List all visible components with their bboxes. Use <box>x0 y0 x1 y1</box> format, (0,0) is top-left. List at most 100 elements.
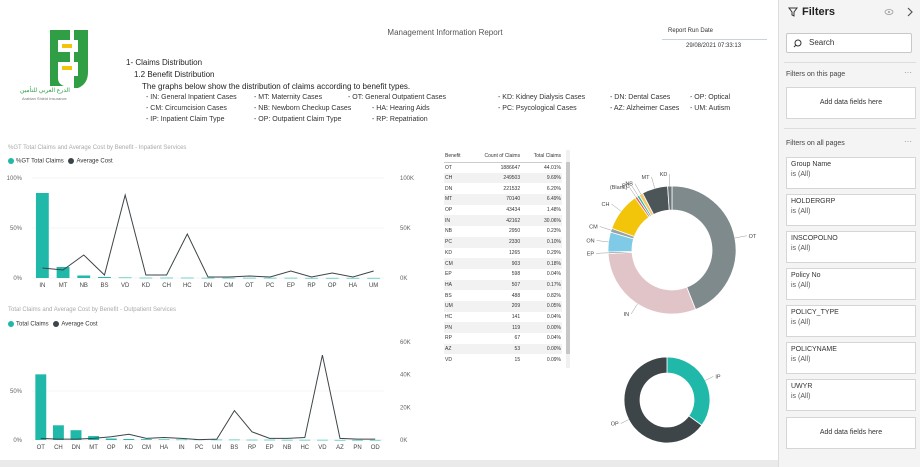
leader-line <box>705 376 714 381</box>
table-cell: 249503 <box>468 172 522 184</box>
filter-card-holdergrp[interactable]: HOLDERGRP is (All) <box>786 194 916 226</box>
legend-swatch-teal <box>8 158 14 164</box>
x-axis-tick-label: KD <box>142 283 151 289</box>
table-cell: HA <box>444 279 469 291</box>
table-row[interactable]: PC 2330 0.10% <box>444 236 562 248</box>
filter-search-input[interactable]: Search <box>786 33 912 53</box>
abbr-legend-item: - DN: Dental Cases <box>610 94 671 101</box>
x-axis-tick-label: CH <box>54 445 63 451</box>
table-row[interactable]: OP 43434 1.48% <box>444 205 562 216</box>
more-options-icon[interactable]: ··· <box>904 68 912 77</box>
table-row[interactable]: NB 2950 0.23% <box>444 226 562 237</box>
inpatient-benefit-chart[interactable]: 100% 50% 0% 100K 50K 0K IN MT NB BS VD KD CH HC DN CM OT… <box>0 168 420 294</box>
table-row[interactable]: OT 1886647 44.01% <box>444 162 562 173</box>
legend-label: Average Cost <box>61 321 98 328</box>
bar-in <box>35 193 49 278</box>
legend-label: %GT Total Claims <box>16 158 64 165</box>
report-run-date-label: Report Run Date <box>668 28 714 34</box>
bar-cm <box>140 439 152 440</box>
table-header-benefit[interactable]: Benefit <box>444 150 469 163</box>
table-row[interactable]: VD 15 0.09% <box>444 354 562 365</box>
filter-card-name: Policy No <box>791 272 821 279</box>
search-icon <box>793 39 802 48</box>
legend-swatch-teal <box>8 321 14 327</box>
table-cell: 598 <box>511 271 521 278</box>
y2-axis-tick-label: 20K <box>400 405 411 411</box>
slice-label: OT <box>749 234 757 240</box>
table-row[interactable]: MT 70140 6.49% <box>444 194 562 205</box>
bar-ch <box>160 277 174 279</box>
report-run-date-value: 29/08/2021 07:33:13 <box>686 43 742 49</box>
add-data-fields-all[interactable]: Add data fields here <box>786 417 916 449</box>
add-data-fields-page[interactable]: Add data fields here <box>786 87 916 119</box>
table-row[interactable]: CH 249503 9.69% <box>444 172 562 184</box>
slice-label: EP <box>587 251 595 257</box>
table-cell: 221532 <box>503 185 521 192</box>
table-cell: 0.09% <box>546 356 561 363</box>
filter-card-value: is (All) <box>791 393 811 400</box>
filters-all-pages-heading: Filters on all pages <box>786 140 845 147</box>
more-options-icon[interactable]: ··· <box>904 137 912 146</box>
leader-line <box>651 176 655 189</box>
filter-card-value: is (All) <box>791 282 811 289</box>
x-axis-tick-label: NB <box>283 445 291 451</box>
legend-label: Average Cost <box>76 158 113 165</box>
chevron-right-icon[interactable] <box>906 7 914 17</box>
bar-ch <box>52 425 64 440</box>
table-row[interactable]: DN 221532 6.20% <box>444 183 562 194</box>
filter-card-group-name[interactable]: Group Name is (All) <box>786 157 916 189</box>
outpatient-benefit-chart[interactable]: 50% 0% 60K 40K 20K 0K OT CH DN MT OP KD CM HA IN PC UM BS… <box>0 332 420 458</box>
filter-card-policy-no[interactable]: Policy No is (All) <box>786 268 916 300</box>
y-axis-tick-label: 0% <box>13 276 22 282</box>
table-cell: 0.05% <box>521 300 562 312</box>
table-header-total[interactable]: Total Claims <box>521 150 562 163</box>
leader-line <box>630 303 638 315</box>
table-row[interactable]: RP 67 0.04% <box>444 333 562 344</box>
table-cell: 0.10% <box>521 236 562 248</box>
filter-card-inscopolno[interactable]: INSCOPOLNO is (All) <box>786 231 916 263</box>
logo-text-arabic: الدرع العربي للتأمين <box>20 88 70 94</box>
eye-icon[interactable] <box>884 8 894 16</box>
x-axis-tick-label: VD <box>121 283 130 289</box>
bar-vd <box>316 439 328 441</box>
abbr-legend-item: - RP: Repatriation <box>372 116 428 123</box>
filter-card-uwyr[interactable]: UWYR is (All) <box>786 379 916 411</box>
leader-line <box>599 226 612 231</box>
x-axis-tick-label: MT <box>59 283 68 289</box>
filters-title: Filters <box>802 6 836 18</box>
filter-card-policyname[interactable]: POLICYNAME is (All) <box>786 342 916 374</box>
claim-type-donut-chart[interactable]: IP OP <box>600 350 750 450</box>
table-row[interactable]: KD 1265 0.29% <box>444 248 562 259</box>
table-row[interactable]: PN 119 0.00% <box>444 322 562 333</box>
table-header-count[interactable]: Count of Claims <box>468 150 522 163</box>
table-row[interactable]: UM 209 0.05% <box>444 300 562 312</box>
table-row[interactable]: EP 598 0.04% <box>444 269 562 280</box>
abbr-legend-item: - PC: Psycological Cases <box>498 105 577 112</box>
slice-label: OP <box>611 422 619 428</box>
table-cell: 42162 <box>468 215 522 227</box>
table-row[interactable]: IN 42162 30.06% <box>444 215 562 227</box>
leader-line <box>596 252 609 254</box>
table-row[interactable]: HA 507 0.17% <box>444 279 562 291</box>
table-row[interactable]: BS 488 0.82% <box>444 290 562 301</box>
intro-description: The graphs below show the distribution o… <box>142 82 411 91</box>
benefit-claims-table[interactable]: Benefit Count of Claims Total Claims OT 1… <box>444 150 570 368</box>
filter-card-value: is (All) <box>791 319 811 326</box>
table-cell: OP <box>445 207 453 214</box>
benefit-donut-chart[interactable]: OTINEPONCMCH(Blank)PCNBMT KD <box>572 172 772 342</box>
table-row[interactable]: CM 903 0.18% <box>444 258 562 269</box>
filters-divider <box>784 128 916 129</box>
x-axis-tick-label: VD <box>318 445 327 451</box>
slice-label: NB <box>625 182 633 188</box>
table-row[interactable]: AZ 53 0.00% <box>444 343 562 355</box>
filter-card-name: INSCOPOLNO <box>791 235 838 242</box>
table-scrollbar-thumb[interactable] <box>566 162 570 354</box>
bar-um <box>367 277 381 279</box>
filter-card-policy-type[interactable]: POLICY_TYPE is (All) <box>786 305 916 337</box>
filter-card-name: Group Name <box>791 161 832 168</box>
filter-card-name: UWYR <box>791 383 813 390</box>
filter-card-value: is (All) <box>791 171 811 178</box>
bar-od <box>369 439 381 441</box>
bar-cm <box>222 277 236 279</box>
table-row[interactable]: HC 141 0.04% <box>444 312 562 323</box>
